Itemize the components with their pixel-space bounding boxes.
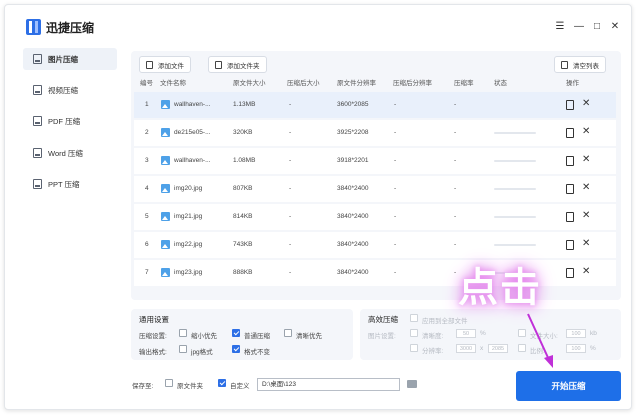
pointer-arrow-icon — [527, 313, 553, 368]
